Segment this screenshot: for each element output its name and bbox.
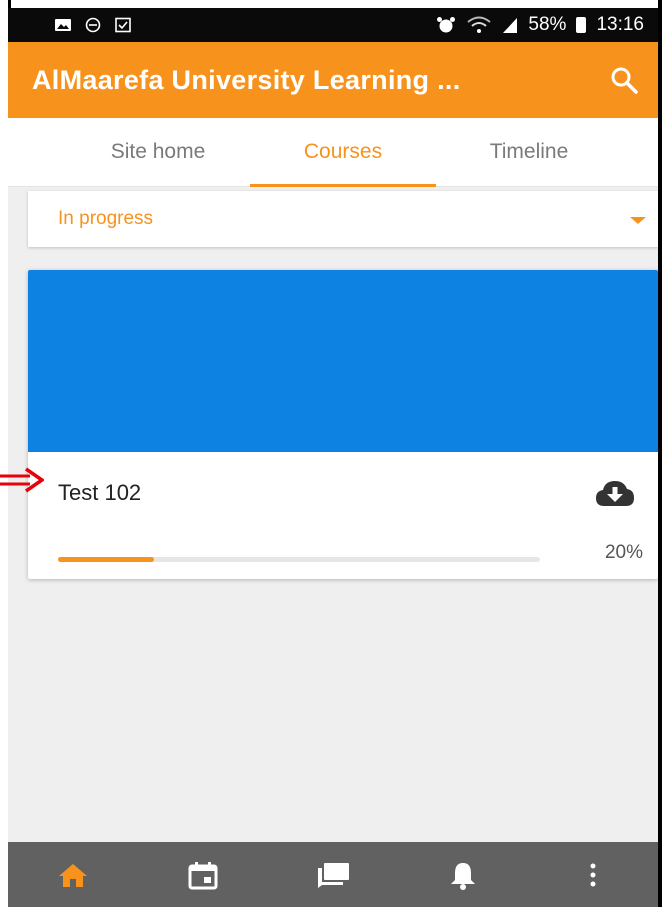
tab-courses[interactable]: Courses: [250, 118, 436, 186]
app-title: AlMaarefa University Learning ...: [32, 64, 461, 95]
home-icon: [59, 863, 87, 887]
course-card[interactable]: Test 102 20%: [28, 270, 658, 579]
do-not-disturb-icon: [85, 17, 101, 33]
red-arrow-annotation: [0, 467, 44, 493]
frame-border-right: [658, 0, 662, 907]
messages-icon: [318, 862, 349, 888]
clock-time: 13:16: [596, 14, 644, 35]
signal-icon: [503, 18, 518, 33]
checkbox-icon: [115, 17, 131, 33]
filter-selected-value: In progress: [58, 208, 154, 229]
nav-home[interactable]: [18, 842, 128, 907]
nav-more[interactable]: [538, 842, 648, 907]
tab-site-home[interactable]: Site home: [68, 118, 248, 186]
wifi-icon: [467, 16, 492, 33]
dropdown-caret-icon: [630, 217, 646, 224]
active-tab-indicator: [250, 184, 436, 187]
cloud-download-icon[interactable]: [594, 478, 636, 508]
status-left-icons: [54, 17, 132, 33]
status-right-indicators: 58% 13:16: [436, 14, 644, 36]
course-image[interactable]: [28, 270, 658, 452]
phone-screen: 58% 13:16 AlMaarefa University Learning …: [8, 8, 658, 907]
calendar-icon: [188, 861, 218, 889]
course-progress-bar: [58, 557, 540, 562]
battery-icon: [576, 17, 587, 33]
more-icon: [590, 863, 596, 886]
tab-timeline[interactable]: Timeline: [440, 118, 618, 186]
status-bar: 58% 13:16: [8, 8, 658, 42]
app-bar: AlMaarefa University Learning ...: [8, 42, 658, 118]
bottom-navigation: [8, 842, 658, 907]
notifications-icon: [451, 862, 475, 890]
course-progress-label: 20%: [604, 542, 643, 563]
nav-notifications[interactable]: [408, 842, 518, 907]
course-progress-fill: [58, 557, 155, 562]
tab-bar: Site home Courses Timeline: [8, 118, 658, 187]
image-icon: [55, 19, 71, 31]
search-icon[interactable]: [610, 66, 638, 94]
course-name[interactable]: Test 102: [58, 480, 141, 506]
nav-calendar[interactable]: [148, 842, 258, 907]
nav-messages[interactable]: [278, 842, 388, 907]
battery-percentage: 58%: [528, 14, 567, 35]
alarm-icon: [437, 17, 456, 33]
course-filter-select[interactable]: In progress: [28, 191, 658, 247]
